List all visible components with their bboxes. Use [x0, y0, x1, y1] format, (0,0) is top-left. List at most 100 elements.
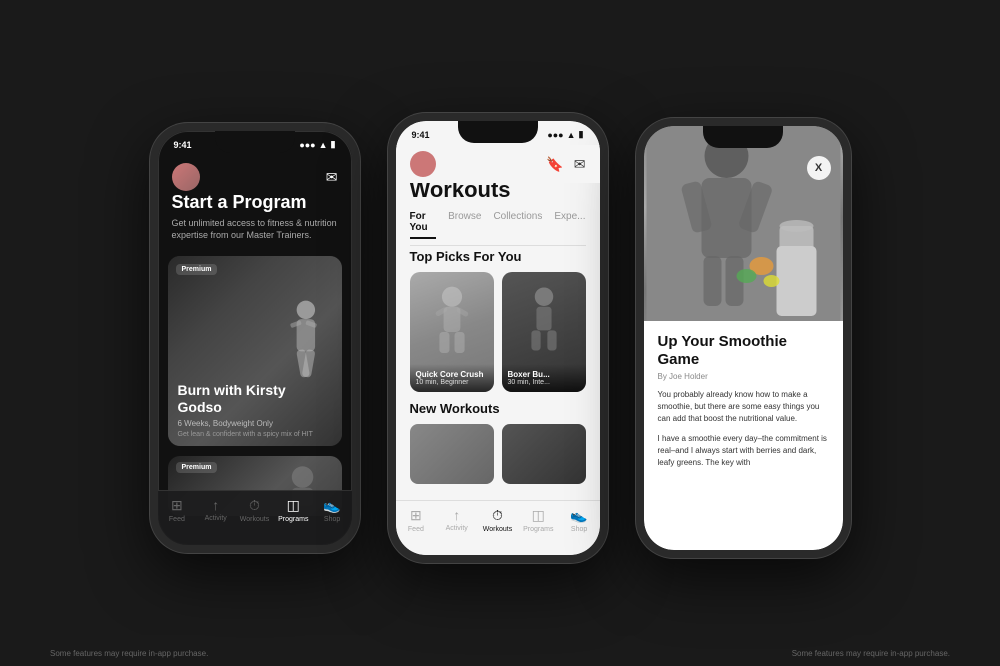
programs-label-1: Programs [278, 516, 308, 523]
tab-explore[interactable]: Expe... [554, 211, 585, 239]
nav-programs-1[interactable]: ◫ Programs [274, 497, 313, 523]
phone-1-screen: 9:41 ●●● ▲ ▮ ✉ Start a Program Get unlim… [158, 131, 352, 545]
workout-card-2[interactable]: Boxer Bu... 30 min, Inte... [502, 272, 586, 392]
workout-cards: Quick Core Crush 10 min, Beginner [410, 272, 586, 392]
nav-shop-1[interactable]: 👟 Shop [313, 497, 352, 523]
battery-icon-2: ▮ [579, 129, 584, 140]
phone-3-screen: X Up Your Smoothie Game By Joe Holder Yo… [644, 126, 843, 550]
hero-card[interactable]: Premium Burn with Kirsty Godso 6 Weeks, … [168, 256, 342, 446]
new-workouts-heading: New Workouts [410, 401, 586, 416]
tab-browse[interactable]: Browse [448, 211, 481, 239]
activity-icon-2: ↑ [453, 507, 460, 523]
article-body-1: You probably already know how to make a … [658, 389, 829, 425]
new-workouts-section: New Workouts [410, 401, 586, 484]
nav-programs-2[interactable]: ◫ Programs [518, 507, 559, 533]
hero-card-text: Burn with Kirsty Godso 6 Weeks, Bodyweig… [178, 382, 332, 438]
smoothie-scene-svg [644, 126, 843, 326]
signal-icon-2: ●●● [547, 130, 563, 140]
shop-label-2: Shop [571, 526, 587, 533]
smoothie-scene [644, 126, 843, 326]
premium-badge-2: Premium [176, 462, 218, 473]
nav-activity-1[interactable]: ↑ Activity [196, 497, 235, 522]
wifi-icon-2: ▲ [567, 130, 576, 140]
workout-description: Get lean & confident with a spicy mix of… [178, 431, 332, 438]
top-picks-section: Top Picks For You [410, 249, 586, 392]
status-bar-1: 9:41 ●●● ▲ ▮ [158, 131, 352, 154]
avatar-2[interactable] [410, 151, 436, 177]
workout-card-1-label: Quick Core Crush 10 min, Beginner [410, 364, 494, 392]
workouts-label-2: Workouts [483, 526, 512, 533]
footer-note-right: Some features may require in-app purchas… [792, 649, 950, 658]
time-1: 9:41 [174, 140, 192, 150]
status-icons-2: ●●● ▲ ▮ [547, 129, 583, 140]
programs-icon-2: ◫ [532, 507, 545, 524]
mail-icon-2[interactable]: ✉ [574, 156, 586, 173]
shop-icon-1: 👟 [323, 497, 340, 514]
workout-2-name: Boxer Bu... [508, 370, 580, 379]
top-picks-heading: Top Picks For You [410, 249, 586, 264]
phone-2-header: 🔖 ✉ [396, 145, 600, 183]
close-button[interactable]: X [807, 156, 831, 180]
nav-feed-1[interactable]: ⊞ Feed [158, 497, 197, 523]
activity-label-2: Activity [446, 525, 468, 532]
feed-label-2: Feed [408, 526, 424, 533]
nav-shop-2[interactable]: 👟 Shop [559, 507, 600, 533]
header-icons-2: 🔖 ✉ [546, 156, 585, 173]
mail-icon-1[interactable]: ✉ [326, 169, 338, 186]
activity-label-1: Activity [205, 515, 227, 522]
workout-card-1[interactable]: Quick Core Crush 10 min, Beginner [410, 272, 494, 392]
workout-1-detail: 10 min, Beginner [416, 379, 488, 386]
phone-1-title-area: Start a Program Get unlimited access to … [172, 193, 338, 242]
programs-icon-1: ◫ [287, 497, 300, 514]
workouts-label-1: Workouts [240, 516, 269, 523]
phone-2-tabs: For You Browse Collections Expe... [410, 211, 586, 246]
time-2: 9:41 [412, 130, 430, 140]
article-body-2: I have a smoothie every day–the commitme… [658, 433, 829, 469]
app-container: 9:41 ●●● ▲ ▮ ✉ Start a Program Get unlim… [0, 93, 1000, 573]
bottom-nav-2: ⊞ Feed ↑ Activity ⏱ Workouts ◫ Programs … [396, 500, 600, 555]
workout-duration: 6 Weeks, Bodyweight Only [178, 419, 332, 428]
wifi-icon-1: ▲ [319, 140, 328, 150]
bookmark-icon-2[interactable]: 🔖 [546, 156, 563, 173]
workout-name: Burn with Kirsty Godso [178, 382, 332, 416]
new-workout-2[interactable] [502, 424, 586, 484]
phone-2-screen: 9:41 ●●● ▲ ▮ 🔖 ✉ Workouts For You [396, 121, 600, 555]
nav-activity-2[interactable]: ↑ Activity [436, 507, 477, 532]
shop-icon-2: 👟 [570, 507, 587, 524]
footer-note-left: Some features may require in-app purchas… [50, 649, 208, 658]
signal-icon-1: ●●● [299, 140, 315, 150]
feed-label-1: Feed [169, 516, 185, 523]
footer: Some features may require in-app purchas… [0, 649, 1000, 658]
start-program-subtitle: Get unlimited access to fitness & nutrit… [172, 217, 338, 242]
workouts-icon-2: ⏱ [492, 507, 503, 524]
tab-for-you[interactable]: For You [410, 211, 437, 239]
shop-label-1: Shop [324, 516, 340, 523]
nav-workouts-2[interactable]: ⏱ Workouts [477, 507, 518, 533]
status-bar-2: 9:41 ●●● ▲ ▮ [396, 121, 600, 144]
avatar-1[interactable] [172, 163, 200, 191]
new-workout-1[interactable] [410, 424, 494, 484]
activity-icon-1: ↑ [212, 497, 219, 513]
workout-1-name: Quick Core Crush [416, 370, 488, 379]
article-title: Up Your Smoothie Game [658, 333, 829, 369]
nav-workouts-1[interactable]: ⏱ Workouts [235, 497, 274, 523]
workout-card-2-label: Boxer Bu... 30 min, Inte... [502, 364, 586, 392]
phone-2: 9:41 ●●● ▲ ▮ 🔖 ✉ Workouts For You [388, 113, 608, 563]
phone-2-title-area: Workouts For You Browse Collections Expe… [410, 177, 586, 246]
close-icon: X [815, 162, 822, 174]
tab-collections[interactable]: Collections [493, 211, 542, 239]
new-workout-cards [410, 424, 586, 484]
workout-2-detail: 30 min, Inte... [508, 379, 580, 386]
phone-1: 9:41 ●●● ▲ ▮ ✉ Start a Program Get unlim… [150, 123, 360, 553]
phone-3: X Up Your Smoothie Game By Joe Holder Yo… [636, 118, 851, 558]
workouts-icon-1: ⏱ [249, 497, 260, 514]
article-content: Up Your Smoothie Game By Joe Holder You … [644, 321, 843, 550]
battery-icon-1: ▮ [331, 139, 336, 150]
status-icons-1: ●●● ▲ ▮ [299, 139, 335, 150]
programs-label-2: Programs [523, 526, 553, 533]
article-byline: By Joe Holder [658, 372, 829, 381]
start-program-title: Start a Program [172, 193, 338, 213]
feed-icon-2: ⊞ [410, 507, 422, 524]
article-hero-image: X [644, 126, 843, 326]
nav-feed-2[interactable]: ⊞ Feed [396, 507, 437, 533]
